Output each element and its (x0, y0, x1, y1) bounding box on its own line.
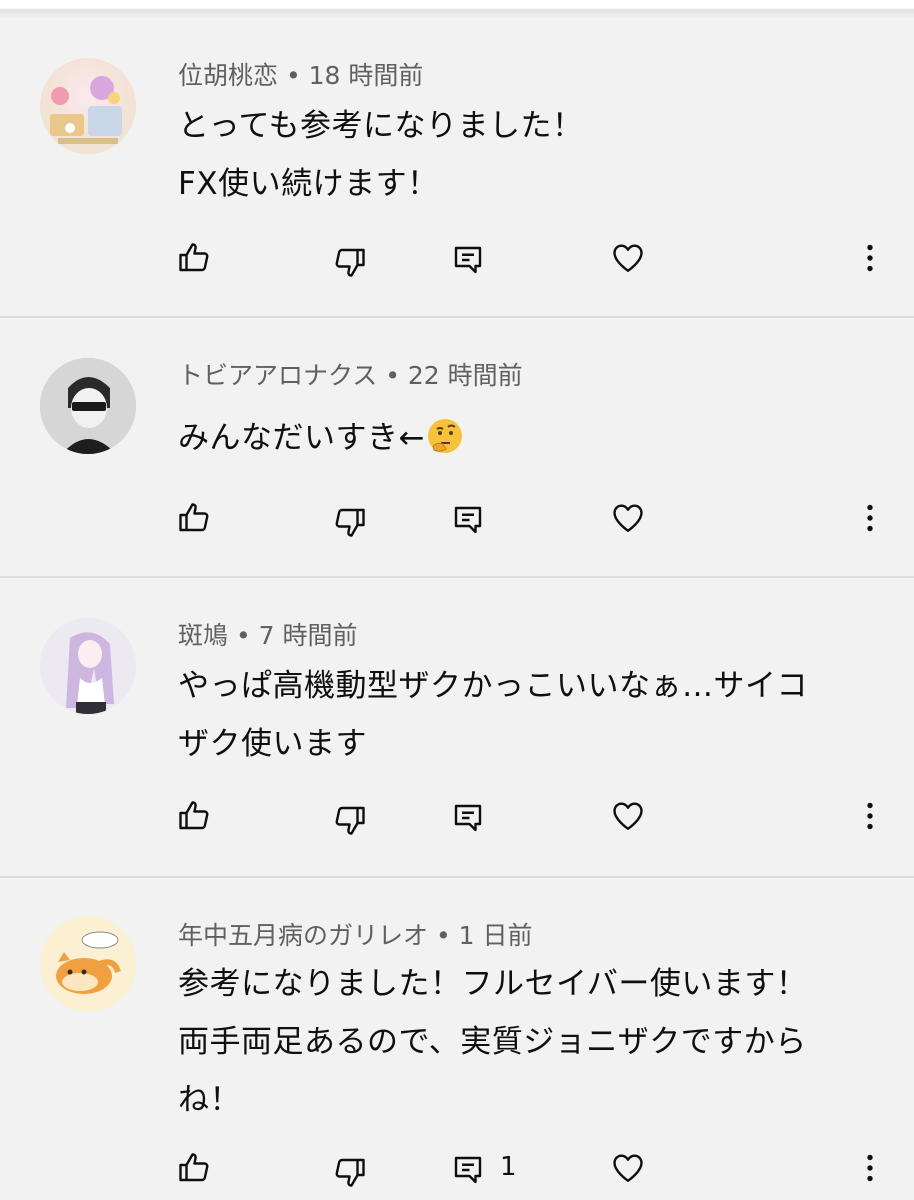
thumbs-up-icon (179, 801, 209, 830)
avatar-illustration (50, 76, 122, 144)
meta-separator: • (228, 621, 259, 650)
heart-icon (613, 1154, 643, 1182)
like-button[interactable] (170, 494, 218, 542)
comment-text-line: みんなだいすき← (178, 412, 465, 464)
avatar[interactable] (40, 618, 136, 714)
heart-button[interactable] (604, 494, 652, 542)
meta-separator: • (377, 361, 408, 390)
more-vertical-icon (867, 802, 873, 830)
more-vertical-icon (867, 1154, 873, 1182)
more-options-button[interactable] (846, 234, 894, 282)
comment-text-line: とっても参考になりました！ (178, 108, 584, 144)
comment-time[interactable]: 1 日前 (459, 921, 533, 950)
thumbs-up-icon (179, 503, 209, 532)
avatar-illustration (40, 618, 136, 714)
author-name[interactable]: トビアアロナクス (178, 361, 377, 390)
reply-icon (454, 506, 482, 534)
comment-meta: トビアアロナクス • 22 時間前 (178, 356, 523, 392)
top-edge (0, 0, 914, 18)
meta-separator: • (278, 61, 309, 90)
avatar[interactable] (40, 916, 136, 1012)
thumbs-up-icon (179, 1153, 209, 1182)
comment-meta: 斑鳩 • 7 時間前 (178, 616, 358, 652)
comment-thread: 位胡桃恋 • 18 時間前 とっても参考になりました！ FX使い続けます！ (0, 18, 914, 318)
comment-text-line: 両手両足あるので、実質ジョニザクですから (178, 1024, 807, 1060)
reply-count[interactable]: 1 (500, 1152, 517, 1182)
author-name[interactable]: 斑鳩 (178, 621, 228, 650)
thinking-face-icon (425, 416, 465, 464)
heart-button[interactable] (604, 792, 652, 840)
avatar[interactable] (40, 358, 136, 454)
more-options-button[interactable] (846, 792, 894, 840)
more-vertical-icon (867, 504, 873, 532)
dislike-button[interactable] (326, 238, 374, 286)
author-name[interactable]: 位胡桃恋 (178, 61, 278, 90)
reply-icon (454, 804, 482, 832)
comment-text-line: ね！ (178, 1082, 241, 1118)
heart-icon (613, 802, 643, 830)
comment-text-line: やっぱ高機動型ザクかっこいいなぁ…サイコ (178, 668, 808, 704)
thumbs-down-icon (335, 1158, 365, 1187)
avatar-illustration (40, 916, 136, 1012)
dislike-button[interactable] (326, 1148, 374, 1196)
heart-button[interactable] (604, 234, 652, 282)
more-options-button[interactable] (846, 1144, 894, 1192)
dislike-button[interactable] (326, 498, 374, 546)
reply-button[interactable] (444, 1146, 492, 1194)
avatar-illustration (40, 358, 136, 454)
reply-button[interactable] (444, 794, 492, 842)
comment-time[interactable]: 18 時間前 (309, 61, 424, 90)
comment-text-line: FX使い続けます！ (178, 166, 439, 202)
comment-time[interactable]: 22 時間前 (408, 361, 523, 390)
comment-thread: トビアアロナクス • 22 時間前 みんなだいすき← (0, 318, 914, 578)
comment-meta: 年中五月病のガリレオ • 1 日前 (178, 916, 533, 952)
like-button[interactable] (170, 234, 218, 282)
meta-separator: • (428, 921, 459, 950)
thumbs-down-icon (335, 508, 365, 537)
thumbs-down-icon (335, 806, 365, 835)
reply-icon (454, 246, 482, 274)
comment-text: みんなだいすき← (178, 420, 425, 456)
heart-button[interactable] (604, 1144, 652, 1192)
reply-button[interactable] (444, 496, 492, 544)
comment-thread: 斑鳩 • 7 時間前 やっぱ高機動型ザクかっこいいなぁ…サイコ ザク使います (0, 578, 914, 878)
more-options-button[interactable] (846, 494, 894, 542)
thumbs-down-icon (335, 248, 365, 277)
more-vertical-icon (867, 244, 873, 272)
comment-text-line: 参考になりました！フルセイバー使います！ (178, 966, 808, 1002)
reply-icon (454, 1156, 482, 1184)
like-button[interactable] (170, 1144, 218, 1192)
dislike-button[interactable] (326, 796, 374, 844)
heart-icon (613, 244, 643, 272)
reply-button[interactable] (444, 236, 492, 284)
heart-icon (613, 504, 643, 532)
comment-thread: 年中五月病のガリレオ • 1 日前 参考になりました！フルセイバー使います！ 両… (0, 878, 914, 1200)
thumbs-up-icon (179, 243, 209, 272)
comment-time[interactable]: 7 時間前 (259, 621, 358, 650)
like-button[interactable] (170, 792, 218, 840)
author-name[interactable]: 年中五月病のガリレオ (178, 921, 428, 950)
comment-text-line: ザク使います (178, 726, 367, 762)
avatar[interactable] (40, 58, 136, 154)
comment-meta: 位胡桃恋 • 18 時間前 (178, 56, 423, 92)
